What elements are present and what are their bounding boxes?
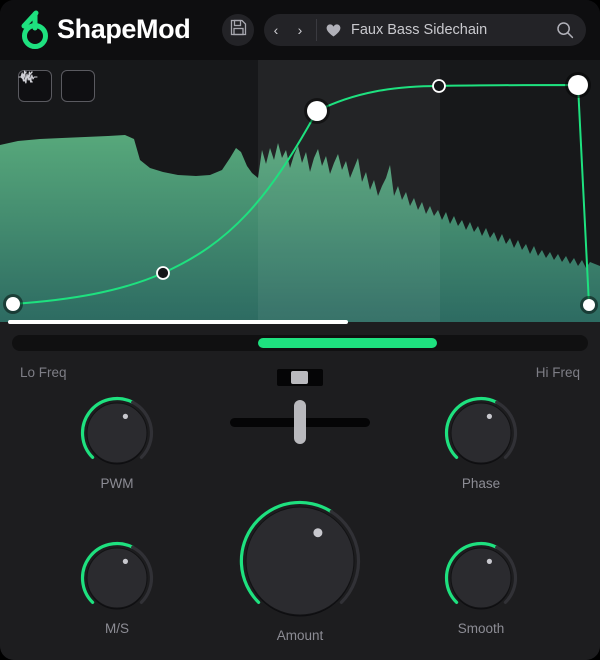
- node-left[interactable]: [6, 297, 20, 311]
- plugin-window: ShapeMod ‹ › Faux Bass Sidechain Lo Freq…: [0, 0, 600, 660]
- time-slider-handle[interactable]: [294, 400, 306, 444]
- knob-pointer: [486, 413, 492, 419]
- preset-browser: ‹ › Faux Bass Sidechain: [264, 14, 586, 46]
- curve-display[interactable]: [0, 60, 600, 322]
- display-toolbar: [18, 70, 95, 102]
- save-floppy-icon: [230, 19, 247, 41]
- knob-graphic[interactable]: [78, 539, 156, 617]
- pwm-knob[interactable]: PWM: [78, 394, 156, 498]
- knob-cap[interactable]: [450, 402, 512, 464]
- header-bar: ShapeMod ‹ › Faux Bass Sidechain: [0, 0, 600, 60]
- save-button[interactable]: [222, 14, 254, 46]
- frequency-range-slider[interactable]: [12, 335, 588, 351]
- page-title: ShapeMod: [57, 14, 191, 44]
- range-fill[interactable]: [258, 338, 437, 348]
- smooth-knob-label: Smooth: [457, 621, 505, 636]
- knob-graphic[interactable]: [442, 539, 520, 617]
- pwm-knob-label: PWM: [100, 476, 134, 491]
- lo-freq-label: Lo Freq: [20, 365, 67, 380]
- node-mid[interactable]: [307, 101, 327, 121]
- selection-band[interactable]: [258, 60, 440, 322]
- hi-freq-label: Hi Freq: [535, 365, 580, 380]
- node-tension-2[interactable]: [432, 79, 446, 93]
- knob-pointer: [122, 558, 128, 564]
- preset-name-label[interactable]: Faux Bass Sidechain: [351, 22, 556, 38]
- ms-knob-label: M/S: [104, 621, 129, 636]
- knob-graphic[interactable]: [442, 394, 520, 472]
- preset-prev-button[interactable]: ‹: [264, 14, 288, 46]
- sync-toggle[interactable]: [277, 369, 323, 386]
- knob-cap[interactable]: [86, 547, 148, 609]
- sync-toggle-knob[interactable]: [291, 371, 308, 384]
- divider: [316, 19, 317, 41]
- smooth-knob[interactable]: Smooth: [442, 539, 520, 643]
- knob-graphic[interactable]: [78, 394, 156, 472]
- knob-cap[interactable]: [86, 402, 148, 464]
- node-right[interactable]: [568, 75, 588, 95]
- knob-cap[interactable]: [245, 506, 355, 616]
- node-tension-1[interactable]: [156, 266, 170, 280]
- knob-pointer: [122, 413, 128, 419]
- search-icon[interactable]: [556, 21, 574, 39]
- heart-icon[interactable]: [325, 22, 342, 38]
- knob-graphic[interactable]: [237, 498, 363, 624]
- amount-knob-label: Amount: [276, 628, 324, 643]
- knob-cap[interactable]: [450, 547, 512, 609]
- amount-knob[interactable]: Amount: [237, 498, 363, 650]
- ms-knob[interactable]: M/S: [78, 539, 156, 643]
- knob-pointer: [313, 528, 323, 538]
- node-right-bottom[interactable]: [583, 299, 595, 311]
- preset-next-button[interactable]: ›: [288, 14, 312, 46]
- horizontal-scrollbar[interactable]: [8, 320, 348, 324]
- collapse-button[interactable]: [20, 70, 95, 102]
- phase-knob-label: Phase: [461, 476, 501, 491]
- time-slider[interactable]: [230, 400, 370, 444]
- phase-knob[interactable]: Phase: [442, 394, 520, 498]
- knob-pointer: [486, 558, 492, 564]
- shapemod-logo-icon: [14, 9, 54, 51]
